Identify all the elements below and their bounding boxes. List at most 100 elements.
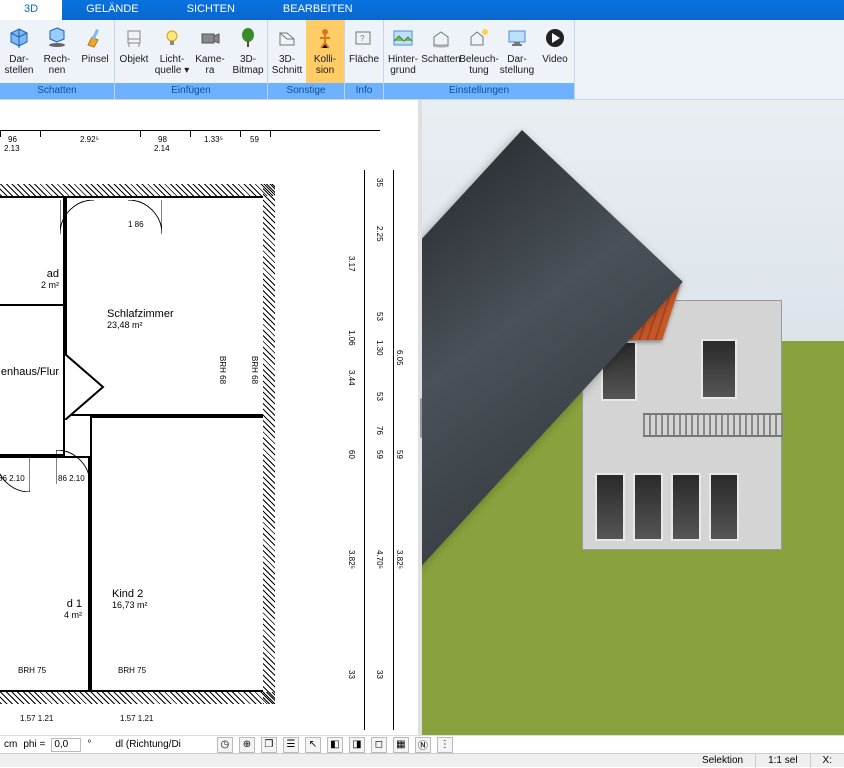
unit-cm: cm: [4, 739, 17, 750]
btn-kamera[interactable]: Kame- ra: [191, 20, 229, 83]
label-deg: °: [87, 739, 91, 750]
floorplan-pane[interactable]: 96 2.13 2.92⁵ 98 2.14 1.33⁵ 59 ad 2 m²: [0, 100, 422, 735]
tool-layers3-icon[interactable]: ◨: [349, 737, 365, 753]
group-info-label: Info: [345, 83, 383, 99]
dim-brh68b: BRH 68: [250, 356, 259, 384]
tool-strip: cm phi = ° dl (Richtung/Di ◷ ⊕ ❐ ☰ ↖ ◧ ◨…: [0, 735, 844, 753]
tool-stack-icon[interactable]: ☰: [283, 737, 299, 753]
monitor-icon: [503, 24, 531, 52]
tool-target-icon[interactable]: ⊕: [239, 737, 255, 753]
dim-213: 2.13: [4, 144, 20, 153]
dim-96: 96: [8, 135, 17, 144]
tool-square-icon[interactable]: ◻: [371, 737, 387, 753]
btn-kamera-label: Kame- ra: [191, 54, 229, 76]
dim-133: 1.33⁵: [204, 135, 223, 144]
label-phi: phi =: [23, 739, 45, 750]
tool-north-icon[interactable]: Ⓝ: [415, 737, 431, 753]
dim-157a: 1.57 1.21: [20, 714, 53, 723]
play-icon: [541, 24, 569, 52]
tool-layers2-icon[interactable]: ◧: [327, 737, 343, 753]
room-bad-name: ad: [41, 268, 59, 280]
tool-cursor-icon[interactable]: ↖: [305, 737, 321, 753]
3d-pane[interactable]: [422, 100, 844, 735]
3d-scene: [422, 100, 844, 735]
tab-sichten[interactable]: SICHTEN: [163, 0, 259, 20]
info-strip: Selektion 1:1 sel X:: [0, 753, 844, 767]
room-kind1-name: d 1: [64, 598, 82, 610]
area-icon: ?: [350, 24, 378, 52]
3d-door-4: [709, 473, 739, 541]
ribbon: Dar- stellen Rech- nen Pinsel Schatten O…: [0, 20, 844, 100]
room-kind1-area: 4 m²: [64, 610, 82, 620]
cube-icon: [5, 24, 33, 52]
cube-shadow-icon: [43, 24, 71, 52]
btn-flaeche[interactable]: ? Fläche: [345, 20, 383, 83]
dim-157b: 1.57 1.21: [120, 714, 153, 723]
3d-door-3: [671, 473, 701, 541]
dim-brh68a: BRH 68: [218, 356, 227, 384]
dim-59: 59: [250, 135, 259, 144]
tab-bearbeiten[interactable]: BEARBEITEN: [259, 0, 377, 20]
svg-text:?: ?: [360, 34, 365, 43]
room-schlaf-area: 23,48 m²: [107, 320, 174, 330]
dim-292: 2.92⁵: [80, 135, 99, 144]
dim-214: 2.14: [154, 144, 170, 153]
group-einfuegen-label: Einfügen: [115, 83, 267, 99]
chair-icon: [120, 24, 148, 52]
btn-beleuchtung-label: Beleuch- tung: [459, 54, 498, 76]
room-bad-area: 2 m²: [41, 280, 59, 290]
tool-grid-icon[interactable]: ▦: [393, 737, 409, 753]
room-flur: enhaus/Flur: [0, 306, 65, 456]
label-dl: dl (Richtung/Di: [115, 739, 181, 750]
dim-98: 98: [158, 135, 167, 144]
group-sonstige-label: Sonstige: [268, 83, 344, 99]
btn-beleuchtung[interactable]: Beleuch- tung: [460, 20, 498, 83]
status-area: cm phi = ° dl (Richtung/Di ◷ ⊕ ❐ ☰ ↖ ◧ ◨…: [0, 735, 844, 767]
brush-icon: [81, 24, 109, 52]
btn-hintergrund[interactable]: Hinter- grund: [384, 20, 422, 83]
btn-objekt[interactable]: Objekt: [115, 20, 153, 83]
wall-outer-top: [0, 184, 275, 196]
btn-flaeche-label: Fläche: [349, 54, 379, 65]
input-phi[interactable]: [51, 738, 81, 752]
btn-pinsel[interactable]: Pinsel: [76, 20, 114, 83]
group-schatten-label: Schatten: [0, 83, 114, 99]
btn-darstellung-label: Dar- stellung: [498, 54, 536, 76]
group-einstellungen-label: Einstellungen: [384, 83, 574, 99]
dim-brh75b: BRH 75: [118, 666, 146, 675]
btn-lichtquelle-label: Licht- quelle ▾: [153, 54, 191, 76]
workspace: 96 2.13 2.92⁵ 98 2.14 1.33⁵ 59 ad 2 m²: [0, 100, 844, 735]
group-einstellungen: Hinter- grund Schatten Beleuch- tung Dar…: [384, 20, 575, 99]
dimension-top: 96 2.13 2.92⁵ 98 2.14 1.33⁵ 59: [0, 130, 380, 170]
btn-3dbitmap[interactable]: 3D- Bitmap: [229, 20, 267, 83]
group-sonstige: 3D- Schnitt Kolli- sion Sonstige: [268, 20, 345, 99]
btn-darstellen[interactable]: Dar- stellen: [0, 20, 38, 83]
btn-kollision[interactable]: Kolli- sion: [306, 20, 344, 83]
btn-schatten2-label: Schatten: [421, 54, 460, 65]
tab-gelaende[interactable]: GELÄNDE: [62, 0, 163, 20]
dim-86-210a: 86 2.10: [0, 474, 25, 483]
room-bad: ad 2 m²: [0, 196, 65, 306]
tool-menu-icon[interactable]: ⋮: [437, 737, 453, 753]
btn-rechnen[interactable]: Rech- nen: [38, 20, 76, 83]
tool-clock-icon[interactable]: ◷: [217, 737, 233, 753]
status-x: X:: [811, 754, 844, 768]
wall-outer-right: [263, 184, 275, 704]
btn-3dbitmap-label: 3D- Bitmap: [229, 54, 267, 76]
btn-video[interactable]: Video: [536, 20, 574, 83]
tab-3d[interactable]: 3D: [0, 0, 62, 20]
tool-layers-icon[interactable]: ❐: [261, 737, 277, 753]
status-selektion: Selektion: [690, 754, 756, 768]
dim-brh75a: BRH 75: [18, 666, 46, 675]
btn-darstellung[interactable]: Dar- stellung: [498, 20, 536, 83]
3d-window-2: [701, 339, 737, 399]
room-schlaf-name: Schlafzimmer: [107, 308, 174, 320]
btn-3dschnitt[interactable]: 3D- Schnitt: [268, 20, 306, 83]
btn-lichtquelle[interactable]: Licht- quelle ▾: [153, 20, 191, 83]
dimension-right: 35 2.25 3.17 53 1.06 1.30 6.05 3.44 53 7…: [350, 170, 400, 730]
room-kind2-name: Kind 2: [112, 588, 148, 600]
dim-86-210b: 86 2.10: [58, 474, 85, 483]
house-shadow-icon: [427, 24, 455, 52]
btn-schatten2[interactable]: Schatten: [422, 20, 460, 83]
tree-icon: [234, 24, 262, 52]
